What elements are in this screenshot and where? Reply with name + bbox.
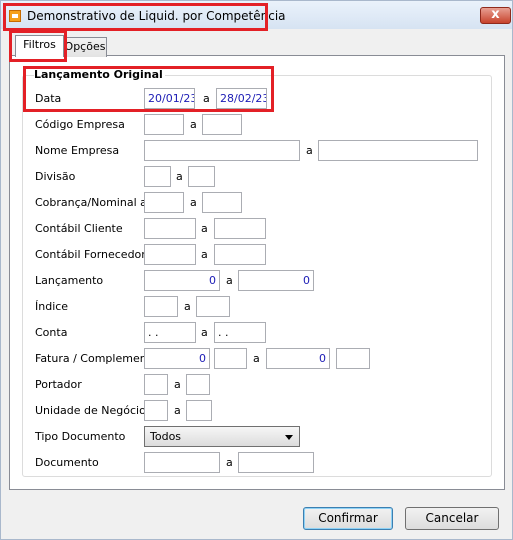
lancamento-from-input[interactable]: 0: [144, 270, 220, 291]
tipo-documento-label: Tipo Documento: [35, 430, 126, 443]
separator: a: [190, 118, 197, 131]
codigo-empresa-from-input[interactable]: [144, 114, 184, 135]
divisao-label: Divisão: [35, 170, 76, 183]
unidade-negocio-to-input[interactable]: [186, 400, 212, 421]
fatura-from-input[interactable]: 0: [144, 348, 210, 369]
separator: a: [253, 352, 260, 365]
nome-empresa-label: Nome Empresa: [35, 144, 120, 157]
nome-empresa-to-input[interactable]: [318, 140, 478, 161]
codigo-empresa-to-input[interactable]: [202, 114, 242, 135]
conta-label: Conta: [35, 326, 68, 339]
cobranca-nominal-from-input[interactable]: [144, 192, 184, 213]
contabil-fornecedor-from-input[interactable]: [144, 244, 196, 265]
lancamento-to-input[interactable]: 0: [238, 270, 314, 291]
documento-label: Documento: [35, 456, 99, 469]
divisao-from-input[interactable]: [144, 166, 171, 187]
divisao-to-input[interactable]: [188, 166, 215, 187]
indice-label: Índice: [35, 300, 69, 313]
unidade-negocio-from-input[interactable]: [144, 400, 168, 421]
contabil-fornecedor-to-input[interactable]: [214, 244, 266, 265]
dialog-window: Demonstrativo de Liquid. por Competência…: [0, 0, 513, 540]
tipo-documento-selected: Todos: [150, 430, 182, 443]
separator: a: [184, 300, 191, 313]
fatura-from-complement-input[interactable]: [214, 348, 247, 369]
fatura-to-complement-input[interactable]: [336, 348, 370, 369]
close-button[interactable]: x: [480, 7, 511, 24]
indice-to-input[interactable]: [196, 296, 230, 317]
codigo-empresa-label: Código Empresa: [35, 118, 125, 131]
confirmar-button[interactable]: Confirmar: [303, 507, 393, 530]
cancelar-button[interactable]: Cancelar: [405, 507, 499, 530]
documento-to-input[interactable]: [238, 452, 314, 473]
separator: a: [201, 326, 208, 339]
conta-from-input[interactable]: . .: [144, 322, 196, 343]
conta-to-input[interactable]: . .: [214, 322, 266, 343]
contabil-fornecedor-label: Contábil Fornecedor: [35, 248, 146, 261]
lancamento-label: Lançamento: [35, 274, 104, 287]
separator: a: [174, 404, 181, 417]
separator: a: [174, 378, 181, 391]
cobranca-nominal-to-input[interactable]: [202, 192, 242, 213]
nome-empresa-from-input[interactable]: [144, 140, 300, 161]
chevron-down-icon: [285, 435, 293, 440]
portador-to-input[interactable]: [186, 374, 210, 395]
separator: a: [201, 248, 208, 261]
separator: a: [201, 222, 208, 235]
separator: a: [306, 144, 313, 157]
portador-label: Portador: [35, 378, 82, 391]
contabil-cliente-to-input[interactable]: [214, 218, 266, 239]
separator: a: [176, 170, 183, 183]
contabil-cliente-label: Contábil Cliente: [35, 222, 123, 235]
portador-from-input[interactable]: [144, 374, 168, 395]
documento-from-input[interactable]: [144, 452, 220, 473]
fatura-label: Fatura / Complemento: [35, 352, 158, 365]
fatura-to-input[interactable]: 0: [266, 348, 330, 369]
highlight-title: [3, 3, 268, 31]
tipo-documento-select[interactable]: Todos: [144, 426, 300, 447]
tab-opcoes[interactable]: Opções: [63, 37, 107, 57]
unidade-negocio-label: Unidade de Negócio: [35, 404, 146, 417]
indice-from-input[interactable]: [144, 296, 178, 317]
separator: a: [226, 274, 233, 287]
contabil-cliente-from-input[interactable]: [144, 218, 196, 239]
highlight-lancamento-data: [23, 66, 274, 112]
cobranca-nominal-label: Cobrança/Nominal a: [35, 196, 147, 209]
separator: a: [190, 196, 197, 209]
separator: a: [226, 456, 233, 469]
highlight-filtros-tab: [9, 30, 67, 62]
close-icon: x: [491, 7, 500, 22]
